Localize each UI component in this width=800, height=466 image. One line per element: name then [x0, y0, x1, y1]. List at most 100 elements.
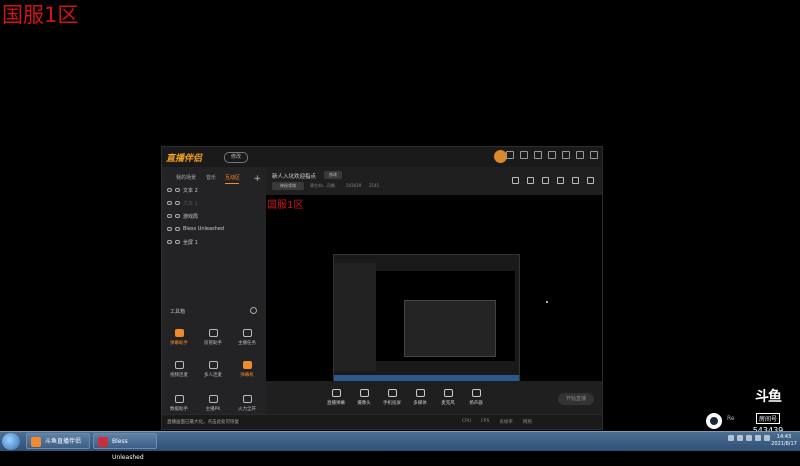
tool-tasks[interactable]: 主播任务 — [232, 329, 262, 351]
scene-item[interactable]: 游戏局 — [167, 211, 198, 221]
room-fans: 2141 — [369, 183, 380, 188]
download-icon — [208, 361, 218, 369]
camera-icon — [359, 389, 369, 397]
tab-interact[interactable]: 互动区 — [225, 174, 240, 181]
nested-inner-window — [404, 300, 496, 357]
scene-item[interactable]: 文本 2 — [167, 185, 198, 195]
bottom-mic-button[interactable]: 麦克风 — [434, 389, 462, 406]
scene-item[interactable]: 全屏 1 — [167, 237, 198, 247]
lock-icon[interactable] — [175, 240, 180, 244]
room-meta: 原生dn...司钢 — [310, 183, 335, 188]
scene-item[interactable]: Bless Unleashed — [167, 224, 224, 234]
nested-left-panel — [334, 263, 376, 371]
douyu-watermark: 斗鱼 房间号 543439 — [748, 386, 788, 435]
status-bar: 直播画面已最大化，点击此处可恢复 CPU FPS 丢帧率 网络 — [162, 414, 602, 429]
tray-icon[interactable] — [737, 435, 743, 441]
close-icon[interactable] — [590, 151, 598, 159]
video-icon — [174, 361, 184, 369]
network-icon[interactable] — [755, 435, 761, 441]
douyu-logo: 斗鱼 — [755, 389, 782, 405]
admin-icon — [208, 329, 218, 337]
preview-title: 国服1区 — [267, 200, 304, 211]
tools-label: 工具箱 — [170, 309, 186, 315]
tray-icon[interactable] — [746, 435, 752, 441]
bell-icon[interactable] — [572, 177, 579, 184]
bottom-danmu-button[interactable]: 直播弹幕 — [322, 389, 350, 406]
window-icon[interactable] — [542, 177, 549, 184]
system-tray — [728, 435, 770, 441]
media-icon — [415, 389, 425, 397]
bottom-media-button[interactable]: 多媒体 — [406, 389, 434, 406]
add-scene-button[interactable]: + — [253, 174, 261, 184]
title-bar: 直播伴侣 修改 — [162, 147, 602, 167]
overlay-title: 国服1区 — [2, 3, 79, 27]
pk-icon — [208, 395, 218, 403]
start-stream-button[interactable]: 开始直播 — [558, 393, 594, 405]
taskbar-button-douyu[interactable]: 斗鱼直播伴侣 — [26, 433, 90, 449]
lock-icon[interactable] — [175, 214, 180, 218]
lock-icon[interactable] — [175, 188, 180, 192]
bless-app-icon — [98, 437, 108, 447]
more-tools-icon[interactable] — [250, 307, 257, 314]
stat-drop: 丢帧率 — [499, 420, 513, 425]
menu-icon[interactable] — [548, 151, 556, 159]
lock-icon[interactable] — [527, 177, 534, 184]
tool-danmu-machine[interactable]: 弹幕机 — [232, 361, 262, 383]
fire-icon — [242, 395, 252, 403]
tool-multi-link[interactable]: 多人连麦 — [198, 361, 228, 383]
windows-taskbar: 斗鱼直播伴侣 Bless Unleashed 14:43 2021/8/17 — [0, 431, 800, 461]
tray-icon[interactable] — [728, 435, 734, 441]
stat-fps: FPS — [481, 419, 490, 424]
lock-icon[interactable] — [175, 227, 180, 231]
minimize-icon[interactable] — [562, 151, 570, 159]
logo-badge[interactable]: 修改 — [224, 152, 248, 163]
screen-icon[interactable] — [557, 177, 564, 184]
bottom-camera-button[interactable]: 摄像头 — [350, 389, 378, 406]
taskbar-button-bless[interactable]: Bless Unleashed — [93, 433, 157, 461]
steam-text: Re — [727, 415, 735, 422]
task-icon — [242, 329, 252, 337]
message-icon[interactable] — [506, 151, 514, 159]
nested-preview — [333, 254, 520, 381]
left-panel: 我的场景 音乐 互动区 + 文本 2 文本 1 游戏局 Bless Unleas… — [162, 167, 266, 429]
tab-underline — [225, 183, 239, 184]
tool-video-link[interactable]: 视频连麦 — [164, 361, 194, 383]
douyu-app-icon — [31, 437, 41, 447]
bottom-speaker-button[interactable]: 扬声器 — [462, 389, 490, 406]
danmu-screen-icon — [331, 389, 341, 397]
stream-preview[interactable]: 国服1区 — [266, 195, 602, 381]
stat-net: 网络 — [522, 420, 532, 425]
maximize-icon[interactable] — [576, 151, 584, 159]
scene-item[interactable]: 文本 1 — [167, 198, 198, 208]
share-icon[interactable] — [587, 177, 594, 184]
tool-danmu-helper[interactable]: 弹幕助手 — [164, 329, 194, 351]
machine-icon — [242, 361, 252, 369]
app-logo: 直播伴侣 — [166, 154, 203, 164]
bottom-phone-cast-button[interactable]: 手机投屏 — [378, 389, 406, 406]
danmu-icon — [174, 329, 184, 337]
room-number-label: 房间号 — [755, 413, 780, 424]
lock-icon[interactable] — [175, 201, 180, 205]
steam-icon — [706, 413, 722, 429]
phone-icon — [387, 389, 397, 397]
eye-icon[interactable] — [167, 188, 172, 192]
main-area: 新人入坑欢迎指点 修改 神秘领域 原生dn...司钢 543439 2141 国… — [266, 167, 602, 429]
skin-icon[interactable] — [520, 151, 528, 159]
category-tag[interactable]: 神秘领域 — [272, 182, 304, 190]
room-title: 新人入坑欢迎指点 — [272, 174, 317, 180]
tool-room-admin[interactable]: 房管助手 — [198, 329, 228, 351]
clock[interactable]: 14:43 2021/8/17 — [770, 434, 798, 448]
gift-icon[interactable] — [512, 177, 519, 184]
eye-icon[interactable] — [167, 214, 172, 218]
eye-icon[interactable] — [167, 201, 172, 205]
data-icon — [174, 395, 184, 403]
mic-icon — [443, 389, 453, 397]
status-warning[interactable]: 直播画面已最大化，点击此处可恢复 — [167, 419, 239, 425]
eye-icon[interactable] — [167, 240, 172, 244]
tab-scenes[interactable]: 我的场景 — [176, 174, 196, 181]
tab-music[interactable]: 音乐 — [206, 174, 216, 181]
start-button[interactable] — [2, 433, 20, 450]
eye-icon[interactable] — [167, 227, 172, 231]
settings-icon[interactable] — [534, 151, 542, 159]
edit-title-button[interactable]: 修改 — [324, 171, 342, 179]
